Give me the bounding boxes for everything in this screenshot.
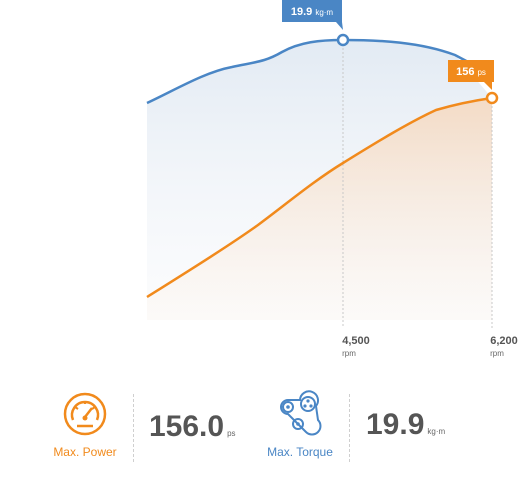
torque-peak-tooltip: 19.9 kg·m	[282, 0, 343, 30]
torque-tooltip-value: 19.9	[291, 6, 312, 18]
power-peak-point[interactable]	[485, 91, 499, 105]
x-tick-6200-unit: rpm	[490, 349, 504, 358]
max-power-value-wrap: 156.0 ps	[149, 410, 236, 444]
torque-tooltip-unit: kg·m	[315, 8, 333, 17]
x-tick-4500: 4,500	[342, 335, 370, 347]
power-tooltip-value: 156	[456, 66, 474, 78]
engine-belt-icon	[276, 390, 324, 442]
max-torque-value-wrap: 19.9 kg·m	[366, 408, 445, 442]
torque-peak-point[interactable]	[336, 33, 350, 47]
power-tooltip-unit: ps	[477, 68, 485, 77]
x-tick-4500-unit: rpm	[342, 349, 356, 358]
svg-text:19.9kg·m: 19.9 kg·m	[291, 6, 334, 18]
max-power-unit: ps	[227, 429, 236, 438]
svg-text:156ps: 156 ps	[456, 66, 486, 78]
divider	[133, 394, 134, 462]
max-torque-value: 19.9	[366, 408, 425, 441]
max-power-value: 156.0	[149, 410, 225, 443]
max-power-label: Max. Power	[53, 445, 117, 459]
x-tick-6200: 6,200	[490, 335, 518, 347]
max-power-block: Max. Power	[35, 390, 135, 459]
speedometer-icon	[61, 392, 109, 442]
max-torque-block: Max. Torque	[250, 390, 350, 459]
performance-chart: 19.9 kg·m 156 ps 4,500 rpm 6,200 rpm	[146, 0, 518, 358]
divider	[349, 394, 350, 462]
spec-summary: Max. Power 156.0 ps Max. Torque 19.9 kg·m	[0, 388, 524, 468]
max-torque-unit: kg·m	[427, 427, 446, 436]
max-torque-label: Max. Torque	[267, 445, 333, 459]
